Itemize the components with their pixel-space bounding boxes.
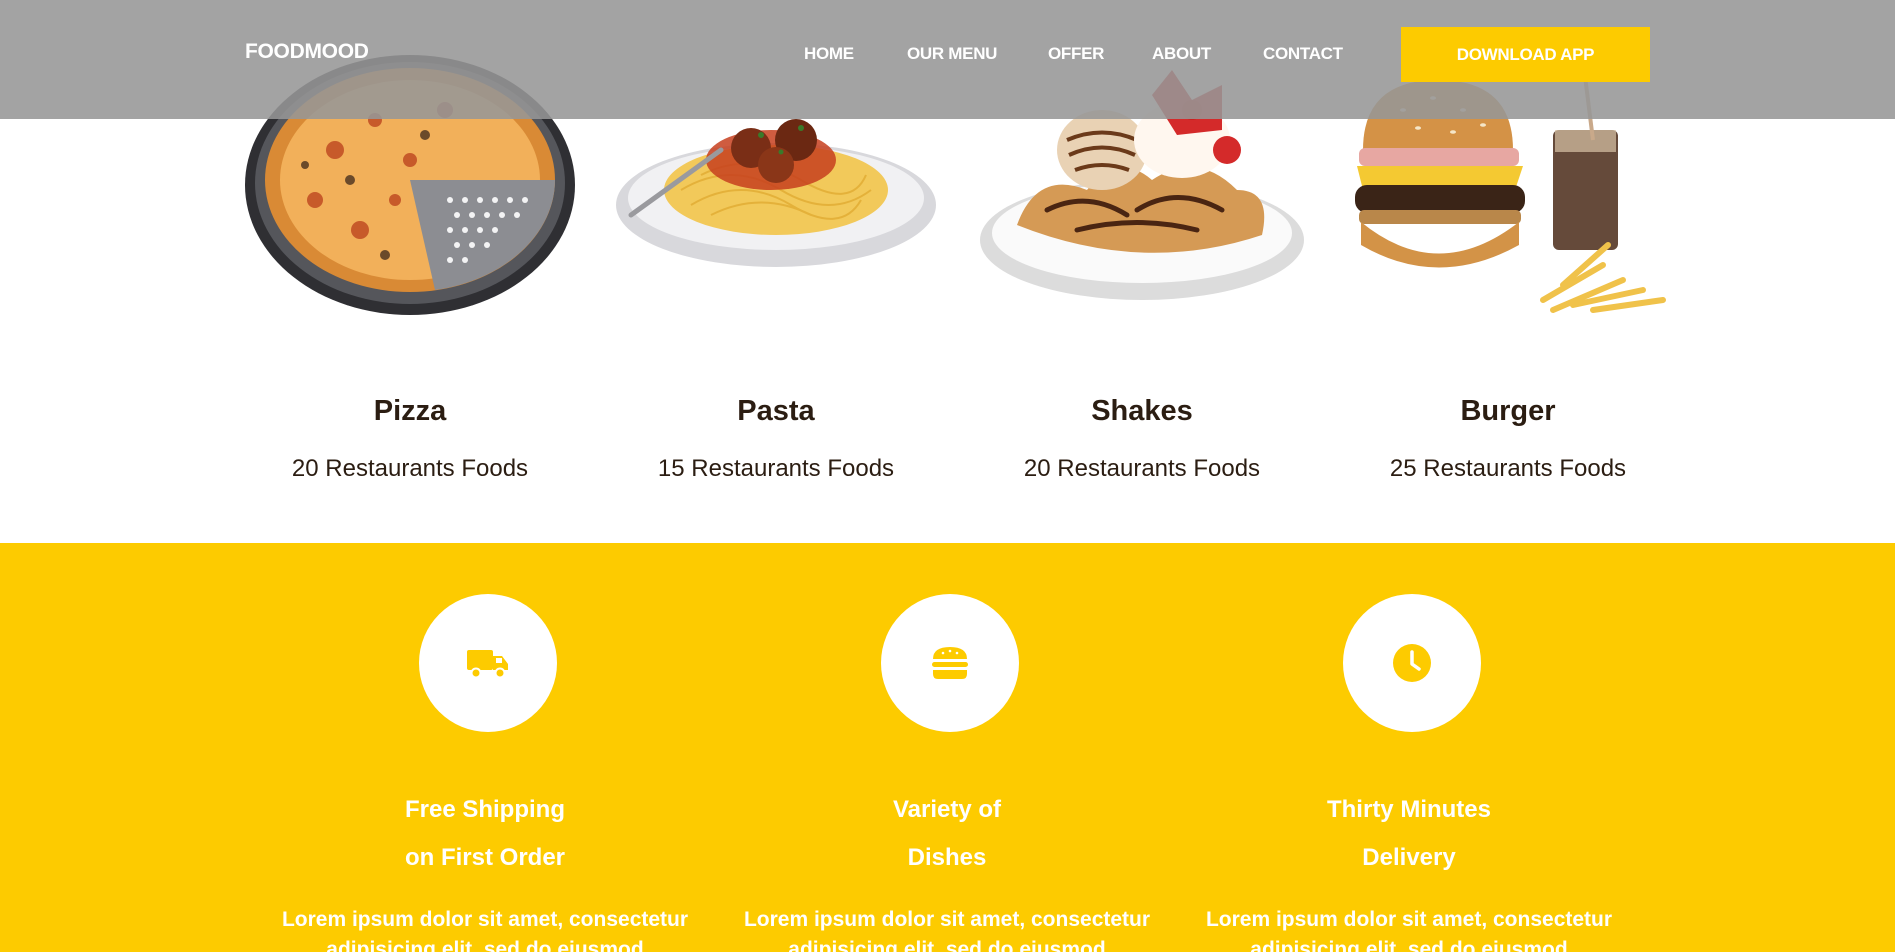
navbar: FOODMOOD HOME OUR MENU OFFER ABOUT CONTA… xyxy=(0,0,1895,119)
feature-title: Variety of Dishes xyxy=(727,786,1167,882)
features-section: Free Shipping on First Order Lorem ipsum… xyxy=(0,543,1895,952)
feature-title-line2: Dishes xyxy=(907,844,987,871)
food-count: 20 Restaurants Foods xyxy=(1023,455,1261,482)
nav-link-contact[interactable]: CONTACT xyxy=(1263,44,1343,64)
feature-title-line1: Thirty Minutes xyxy=(1326,796,1491,823)
food-name: Burger xyxy=(1460,395,1556,427)
download-app-button[interactable]: DOWNLOAD APP xyxy=(1401,27,1650,82)
feature-title-line1: Variety of xyxy=(892,796,1002,823)
feature-title-line1: Free Shipping xyxy=(404,796,565,823)
food-name: Pasta xyxy=(737,395,815,427)
feature-thirty-minutes: Thirty Minutes Delivery Lorem ipsum dolo… xyxy=(1189,543,1629,952)
food-count: 15 Restaurants Foods xyxy=(657,455,895,482)
feature-icon-circle xyxy=(881,594,1019,732)
burger-icon xyxy=(932,647,968,679)
feature-variety: Variety of Dishes Lorem ipsum dolor sit … xyxy=(727,543,1167,952)
food-count: 25 Restaurants Foods xyxy=(1389,455,1627,482)
food-count: 20 Restaurants Foods xyxy=(291,455,529,482)
feature-description: Lorem ipsum dolor sit amet, consectetur … xyxy=(1205,908,1613,952)
nav-link-home[interactable]: HOME xyxy=(804,44,854,64)
feature-free-shipping: Free Shipping on First Order Lorem ipsum… xyxy=(265,543,705,952)
feature-title-line2: Delivery xyxy=(1362,844,1456,871)
feature-title: Thirty Minutes Delivery xyxy=(1189,786,1629,882)
truck-icon xyxy=(467,650,508,679)
clock-icon xyxy=(1393,644,1431,682)
food-name: Shakes xyxy=(1091,395,1193,427)
feature-icon-circle xyxy=(419,594,557,732)
food-name: Pizza xyxy=(373,395,447,427)
brand-logo[interactable]: FOODMOOD xyxy=(245,40,369,64)
feature-title-line2: on First Order xyxy=(404,844,566,871)
nav-link-about[interactable]: ABOUT xyxy=(1152,44,1211,64)
feature-icon-circle xyxy=(1343,594,1481,732)
feature-title: Free Shipping on First Order xyxy=(265,786,705,882)
feature-description: Lorem ipsum dolor sit amet, consectetur … xyxy=(743,908,1151,952)
nav-link-our-menu[interactable]: OUR MENU xyxy=(907,44,997,64)
nav-link-offer[interactable]: OFFER xyxy=(1048,44,1104,64)
feature-description: Lorem ipsum dolor sit amet, consectetur … xyxy=(281,908,689,952)
